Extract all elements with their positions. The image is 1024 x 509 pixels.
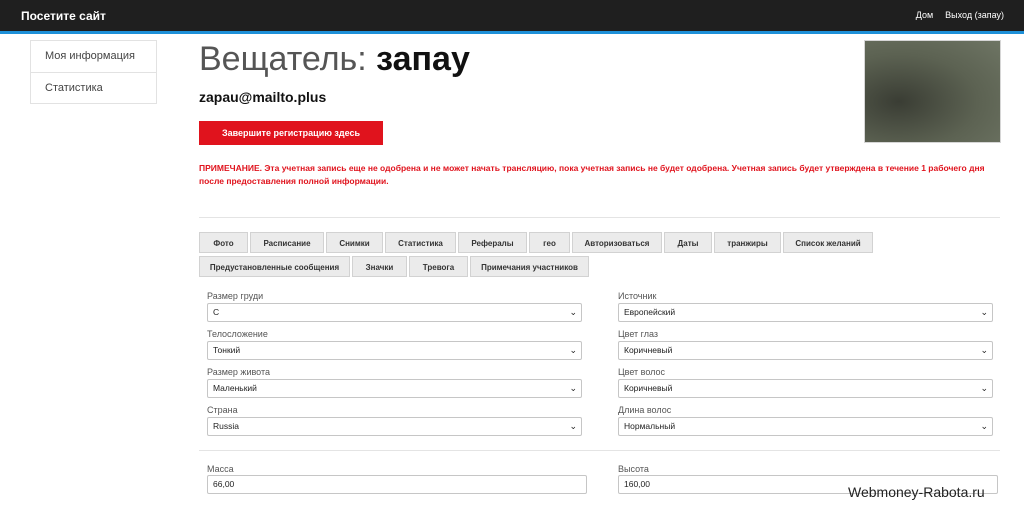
page-title: Вещатель: запау bbox=[199, 40, 470, 79]
hair-length-value: Нормальный bbox=[624, 421, 676, 431]
logout-link[interactable]: Выход (запау) bbox=[945, 10, 1004, 20]
mass-input[interactable]: 66,00 bbox=[207, 475, 587, 494]
belly-size-select[interactable]: Маленький ⌄ bbox=[207, 379, 582, 398]
tab-spenders[interactable]: транжиры bbox=[714, 232, 781, 253]
country-select[interactable]: Russia ⌄ bbox=[207, 417, 582, 436]
tab-dates[interactable]: Даты bbox=[664, 232, 712, 253]
breast-size-value: C bbox=[213, 307, 220, 317]
brand-link[interactable]: Посетите сайт bbox=[21, 9, 106, 23]
chevron-down-icon: ⌄ bbox=[569, 383, 577, 393]
tab-wishlist[interactable]: Список желаний bbox=[783, 232, 873, 253]
chevron-down-icon: ⌄ bbox=[980, 345, 988, 355]
country-value: Russia bbox=[213, 421, 239, 431]
divider-top bbox=[199, 217, 1000, 218]
profile-photo[interactable] bbox=[864, 40, 1001, 143]
tab-snapshots[interactable]: Снимки bbox=[326, 232, 383, 253]
tab-alarm[interactable]: Тревога bbox=[409, 256, 468, 277]
ethnicity-select[interactable]: Европейский ⌄ bbox=[618, 303, 993, 322]
eye-color-select[interactable]: Коричневый ⌄ bbox=[618, 341, 993, 360]
ethnicity-value: Европейский bbox=[624, 307, 676, 317]
tab-login[interactable]: Авторизоваться bbox=[572, 232, 662, 253]
tab-badges[interactable]: Значки bbox=[352, 256, 407, 277]
top-nav: Дом Выход (запау) bbox=[916, 10, 1004, 20]
tab-schedule[interactable]: Расписание bbox=[250, 232, 324, 253]
eye-color-value: Коричневый bbox=[624, 345, 673, 355]
belly-size-value: Маленький bbox=[213, 383, 257, 393]
tab-referrals[interactable]: Рефералы bbox=[458, 232, 527, 253]
page-title-label: Вещатель: bbox=[199, 40, 367, 78]
watermark-text: Webmoney-Rabota.ru bbox=[848, 484, 985, 500]
ethnicity-label: Источник bbox=[618, 291, 657, 301]
chevron-down-icon: ⌄ bbox=[569, 421, 577, 431]
chevron-down-icon: ⌄ bbox=[980, 421, 988, 431]
country-label: Страна bbox=[207, 405, 238, 415]
chevron-down-icon: ⌄ bbox=[569, 345, 577, 355]
complete-registration-button[interactable]: Завершите регистрацию здесь bbox=[199, 121, 383, 145]
sidebar: Моя информация Статистика bbox=[30, 40, 157, 104]
belly-size-label: Размер живота bbox=[207, 367, 270, 377]
body-type-value: Тонкий bbox=[213, 345, 241, 355]
breast-size-label: Размер груди bbox=[207, 291, 264, 301]
top-navbar: Посетите сайт Дом Выход (запау) bbox=[0, 0, 1024, 31]
hair-color-value: Коричневый bbox=[624, 383, 673, 393]
eye-color-label: Цвет глаз bbox=[618, 329, 659, 339]
hair-color-select[interactable]: Коричневый ⌄ bbox=[618, 379, 993, 398]
tab-statistics[interactable]: Статистика bbox=[385, 232, 456, 253]
breast-size-select[interactable]: C ⌄ bbox=[207, 303, 582, 322]
mass-label: Масса bbox=[207, 464, 234, 474]
approval-notice: ПРИМЕЧАНИЕ. Эта учетная запись еще не од… bbox=[199, 163, 985, 186]
tab-geo[interactable]: гео bbox=[529, 232, 570, 253]
hair-color-label: Цвет волос bbox=[618, 367, 666, 377]
page-title-name: запау bbox=[376, 40, 470, 78]
home-link[interactable]: Дом bbox=[916, 10, 933, 20]
chevron-down-icon: ⌄ bbox=[980, 307, 988, 317]
body-type-select[interactable]: Тонкий ⌄ bbox=[207, 341, 582, 360]
divider-bottom bbox=[199, 450, 1000, 451]
sidebar-item-my-info[interactable]: Моя информация bbox=[31, 41, 156, 72]
tab-photo[interactable]: Фото bbox=[199, 232, 248, 253]
chevron-down-icon: ⌄ bbox=[980, 383, 988, 393]
tab-member-notes[interactable]: Примечания участников bbox=[470, 256, 589, 277]
hair-length-select[interactable]: Нормальный ⌄ bbox=[618, 417, 993, 436]
chevron-down-icon: ⌄ bbox=[569, 307, 577, 317]
account-email: zapau@mailto.plus bbox=[199, 89, 327, 105]
sidebar-item-statistics[interactable]: Статистика bbox=[31, 72, 156, 103]
navbar-accent-line bbox=[0, 31, 1024, 34]
tab-preset-messages[interactable]: Предустановленные сообщения bbox=[199, 256, 350, 277]
hair-length-label: Длина волос bbox=[618, 405, 672, 415]
height-label: Высота bbox=[618, 464, 649, 474]
body-type-label: Телосложение bbox=[207, 329, 268, 339]
